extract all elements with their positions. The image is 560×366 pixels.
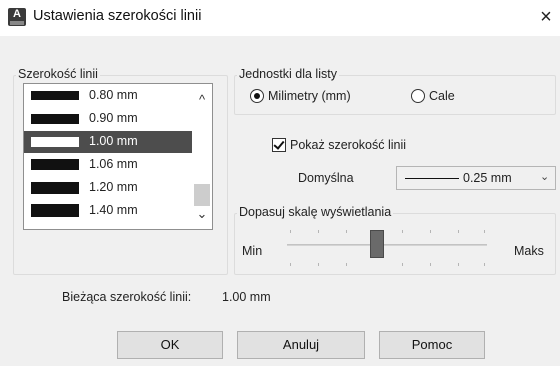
- window-title: Ustawienia szerokości linii: [33, 8, 202, 24]
- list-item[interactable]: 1.40 mm: [24, 200, 192, 222]
- scale-min-label: Min: [242, 244, 263, 258]
- scale-slider-track[interactable]: [287, 244, 487, 246]
- scale-max-label: Maks: [514, 244, 544, 258]
- app-icon-letter: A: [13, 8, 21, 20]
- lineweight-sample: [31, 159, 79, 170]
- line-width-listbox[interactable]: 0.80 mm 0.90 mm 1.00 mm 1.06 mm 1.20 mm …: [23, 83, 213, 230]
- lineweight-sample: [31, 182, 79, 194]
- lineweight-sample: [405, 178, 459, 179]
- units-group-label: Jednostki dla listy: [237, 67, 339, 81]
- title-bar: A Ustawienia szerokości linii ×: [0, 0, 560, 36]
- list-item[interactable]: 1.20 mm: [24, 177, 192, 199]
- mm-radio-label[interactable]: Milimetry (mm): [268, 89, 351, 103]
- list-scrollbar[interactable]: ^ ⌄: [192, 84, 212, 229]
- default-width-label: Domyślna: [298, 171, 354, 185]
- chevron-down-icon[interactable]: ⌄: [192, 204, 212, 224]
- lineweight-sample: [31, 114, 79, 124]
- list-item-label: 0.90 mm: [89, 111, 138, 125]
- cancel-button[interactable]: Anuluj: [237, 331, 365, 359]
- close-icon[interactable]: ×: [536, 5, 556, 29]
- help-button[interactable]: Pomoc: [379, 331, 485, 359]
- line-width-group-label: Szerokość linii: [16, 67, 100, 81]
- current-width-value: 1.00 mm: [222, 290, 271, 304]
- list-item-label: 0.80 mm: [89, 88, 138, 102]
- list-item-selected[interactable]: 1.00 mm: [24, 131, 192, 153]
- default-width-value: 0.25 mm: [463, 171, 512, 185]
- show-lineweight-label[interactable]: Pokaż szerokość linii: [290, 138, 406, 152]
- autocad-app-icon: A: [8, 8, 26, 26]
- radio-dot: [254, 93, 260, 99]
- list-item[interactable]: 0.80 mm: [24, 85, 192, 107]
- list-item[interactable]: 1.06 mm: [24, 154, 192, 176]
- inch-radio[interactable]: [411, 89, 425, 103]
- lineweight-sample: [31, 137, 79, 147]
- list-item-label: 1.40 mm: [89, 203, 138, 217]
- current-width-label: Bieżąca szerokość linii:: [62, 290, 192, 304]
- lineweight-sample: [31, 204, 79, 217]
- show-lineweight-checkbox[interactable]: [272, 138, 286, 152]
- list-item-label: 1.20 mm: [89, 180, 138, 194]
- display-scale-group-label: Dopasuj skalę wyświetlania: [237, 205, 394, 219]
- inch-radio-label[interactable]: Cale: [429, 89, 455, 103]
- check-icon: [273, 138, 285, 150]
- scale-slider-thumb[interactable]: [370, 230, 384, 258]
- list-item[interactable]: 0.90 mm: [24, 108, 192, 130]
- lineweight-sample: [31, 91, 79, 100]
- chevron-up-icon[interactable]: ^: [192, 90, 212, 110]
- ok-button[interactable]: OK: [117, 331, 223, 359]
- scrollbar-thumb[interactable]: [194, 184, 210, 206]
- chevron-down-icon: ⌄: [540, 171, 550, 183]
- list-item-label: 1.00 mm: [89, 134, 138, 148]
- mm-radio[interactable]: [250, 89, 264, 103]
- list-item-label: 1.06 mm: [89, 157, 138, 171]
- default-width-dropdown[interactable]: 0.25 mm ⌄: [396, 166, 556, 190]
